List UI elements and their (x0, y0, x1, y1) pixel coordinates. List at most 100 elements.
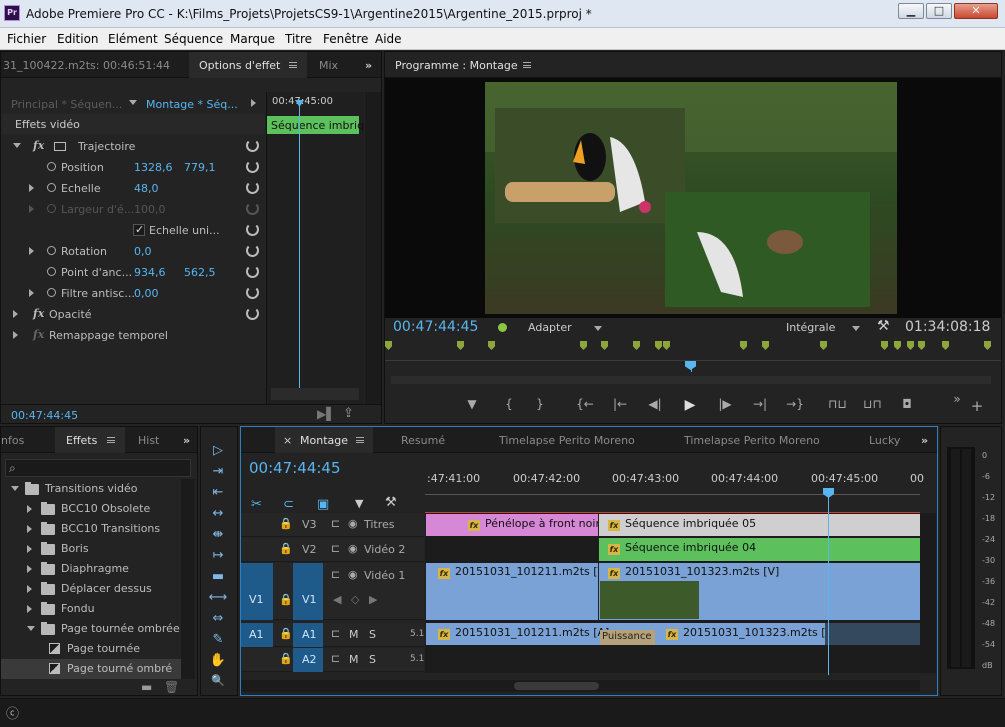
rate-stretch-tool-icon[interactable]: ⇼ (208, 527, 228, 545)
tab-info[interactable]: nfos (1, 434, 24, 447)
source-patch-v1[interactable]: V1 (241, 563, 273, 620)
effects-tree-item[interactable]: BCC10 Transitions (1, 519, 181, 539)
effects-tree-item[interactable]: Fondu (1, 599, 181, 619)
tab-timelapse-2[interactable]: Timelapse Perito Moreno (684, 434, 820, 447)
sync-lock-icon[interactable]: ⊏ (331, 568, 340, 581)
expand-icon[interactable] (13, 310, 18, 318)
reset-icon[interactable] (246, 307, 259, 320)
pencil-tool-icon[interactable]: ✎ (208, 632, 228, 650)
reset-icon[interactable] (246, 265, 259, 278)
panel-menu-icon[interactable] (289, 62, 297, 68)
scrollbar-thumb[interactable] (514, 682, 599, 690)
extract-button[interactable]: ⊔⊓ (863, 397, 882, 411)
solo-button[interactable]: S (369, 628, 376, 641)
effect-controls-timecode[interactable]: 00:47:44:45 (11, 409, 78, 422)
anchor-y-value[interactable]: 562,5 (184, 266, 216, 279)
track-select-tool-icon[interactable]: ⇥ (208, 464, 228, 482)
effects-tree-item[interactable]: Transitions vidéo (1, 479, 181, 499)
timeline-playhead-line[interactable] (828, 497, 829, 675)
mark-in-button[interactable]: { (500, 397, 518, 411)
menu-fenetre[interactable]: Fenêtre (323, 32, 368, 46)
chevron-down-icon[interactable] (129, 100, 137, 105)
pen-tool-icon[interactable]: ⇔ (208, 611, 228, 629)
reset-icon[interactable] (246, 181, 259, 194)
step-forward-button[interactable]: |▶ (716, 397, 734, 411)
chevron-down-icon[interactable] (594, 326, 602, 331)
mute-button[interactable]: M (349, 628, 359, 641)
expand-icon[interactable] (27, 525, 32, 533)
track-id-v3[interactable]: V3 (302, 518, 317, 531)
reset-icon[interactable] (246, 160, 259, 173)
audio-transition-puissance[interactable]: Puissance (600, 630, 655, 645)
fx-icon[interactable]: fx (33, 139, 44, 152)
export-icon[interactable]: ⇪ (343, 406, 354, 421)
trajectoire-row[interactable]: fx Trajectoire (9, 136, 265, 156)
timeline-horizontal-scrollbar[interactable] (241, 680, 920, 692)
tab-program[interactable]: Programme : Montage (395, 59, 518, 72)
minimize-button[interactable]: ▁ (898, 3, 924, 19)
step-frame-back-button[interactable]: ◀| (646, 397, 664, 411)
close-tab-icon[interactable]: × (283, 434, 292, 447)
program-timecode[interactable]: 00:47:44:45 (393, 319, 478, 335)
program-zoom-scrollbar[interactable] (391, 376, 991, 384)
creative-cloud-icon[interactable]: ⓒ (6, 703, 19, 722)
menu-marque[interactable]: Marque (230, 32, 275, 46)
razor-tool-icon[interactable]: ↦ (208, 548, 228, 566)
stopwatch-icon[interactable] (47, 246, 56, 255)
next-keyframe-icon[interactable]: ▶ (369, 593, 377, 606)
clip-nested-04[interactable]: fx Séquence imbriquée 04 (598, 538, 920, 561)
zoom-tool-icon[interactable]: 🔍 (208, 674, 228, 692)
sequence-principal[interactable]: Principal * Séquen... (11, 98, 122, 111)
wrench-icon[interactable]: ⚒ (877, 318, 890, 334)
go-to-in-button[interactable]: {← (576, 397, 594, 411)
hand-tool-icon[interactable]: ✋ (208, 653, 228, 671)
track-id-a1[interactable]: A1 (302, 628, 317, 641)
effects-scrollbar[interactable] (181, 479, 195, 679)
collapse-icon[interactable] (27, 626, 35, 631)
add-marker-button[interactable]: ▼ (463, 397, 481, 411)
source-patch-a1[interactable]: A1 (241, 623, 273, 647)
stopwatch-icon[interactable] (47, 162, 56, 171)
lock-icon[interactable]: 🔒 (279, 542, 293, 555)
go-to-next-button[interactable]: →} (786, 397, 804, 411)
expand-icon[interactable] (27, 545, 32, 553)
sync-lock-icon[interactable]: ⊏ (331, 652, 340, 665)
eye-icon[interactable]: ◉ (348, 568, 358, 581)
clip-title-penelope[interactable]: fx Pénélope à front noir (425, 514, 598, 536)
track-id-a2[interactable]: A2 (302, 653, 317, 666)
linked-selection-icon[interactable]: ⊂ (283, 497, 294, 512)
stopwatch-icon[interactable] (47, 267, 56, 276)
new-bin-icon[interactable]: ▬ (141, 680, 152, 694)
overflow-icon[interactable]: » (365, 59, 372, 72)
effects-tree-item[interactable]: Page tournée (1, 639, 181, 659)
stopwatch-icon[interactable] (47, 288, 56, 297)
track-id-v1[interactable]: V1 (302, 593, 317, 606)
play-button[interactable]: ▶ (681, 397, 699, 413)
lock-icon[interactable]: 🔒 (279, 627, 293, 640)
ripple-edit-tool-icon[interactable]: ⇤ (208, 485, 228, 503)
clip-video-101211[interactable]: fx 20151031_101211.m2ts [V] (425, 563, 598, 620)
play-clip-icon[interactable] (251, 99, 256, 107)
position-x-value[interactable]: 1328,6 (134, 161, 173, 174)
sync-lock-icon[interactable]: ⊏ (331, 517, 340, 530)
tab-lucky[interactable]: Lucky (869, 434, 900, 447)
time-remap-row[interactable]: fx Remappage temporel (9, 325, 265, 345)
step-back-button[interactable]: |← (611, 397, 629, 411)
tab-montage[interactable]: Montage (300, 434, 348, 447)
expand-icon[interactable] (27, 505, 32, 513)
clip-video-101323[interactable]: fx 20151031_101323.m2ts [V] (598, 563, 920, 620)
reset-icon[interactable] (246, 223, 259, 236)
close-button[interactable]: ✕ (954, 3, 998, 19)
clip-nested-05[interactable]: fx Séquence imbriquée 05 (598, 514, 920, 536)
reset-icon[interactable] (246, 286, 259, 299)
tab-effect-controls[interactable]: Options d'effet (199, 59, 280, 72)
panel-menu-icon[interactable] (356, 437, 364, 443)
snap-icon[interactable]: ✂ (251, 497, 262, 512)
expand-icon[interactable] (27, 565, 32, 573)
tab-history[interactable]: Hist (138, 434, 159, 447)
opacity-row[interactable]: fx Opacité (9, 304, 265, 324)
echelle-value[interactable]: 48,0 (134, 182, 159, 195)
mark-out-button[interactable]: } (531, 397, 549, 411)
collapse-icon[interactable] (11, 486, 19, 491)
marker-icon[interactable]: ▼ (355, 497, 363, 510)
